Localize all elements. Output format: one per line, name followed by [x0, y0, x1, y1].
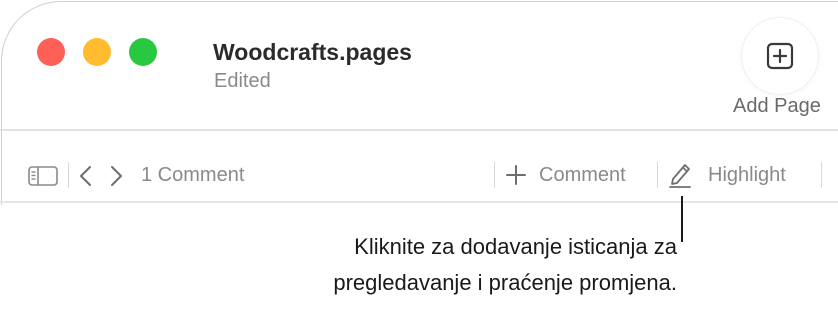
chevron-right-icon	[111, 166, 122, 186]
plus-icon	[506, 165, 526, 185]
sidebar-icon	[28, 166, 58, 186]
chevron-left-icon	[80, 166, 91, 186]
document-status: Edited	[214, 70, 271, 92]
sidebar-toggle-button[interactable]	[28, 166, 58, 191]
close-window-button[interactable]	[37, 38, 65, 66]
add-comment-label: Comment	[539, 163, 626, 186]
highlight-label: Highlight	[708, 163, 786, 186]
toolbar-divider	[0, 129, 838, 131]
callout-leader-line	[681, 196, 683, 242]
next-comment-button[interactable]	[108, 165, 124, 192]
callout-text: Kliknite za dodavanje isticanja za pregl…	[77, 229, 677, 301]
previous-comment-button[interactable]	[78, 165, 94, 192]
callout-line-1: Kliknite za dodavanje isticanja za	[354, 234, 677, 259]
toolbar-separator	[657, 162, 658, 188]
document-title[interactable]: Woodcrafts.pages	[213, 39, 412, 66]
toolbar-separator	[494, 162, 495, 188]
plus-square-icon	[766, 42, 794, 70]
zoom-window-button[interactable]	[129, 38, 157, 66]
toolbar-separator	[821, 162, 822, 188]
minimize-window-button[interactable]	[83, 38, 111, 66]
comments-bar-bottom-border	[0, 201, 838, 203]
add-comment-button[interactable]: Comment	[505, 160, 626, 190]
app-window: Woodcrafts.pages Edited Add Page 1 Comme…	[0, 0, 838, 205]
callout-line-2: pregledavanje i praćenje promjena.	[333, 270, 677, 295]
highlight-button[interactable]: Highlight	[668, 160, 786, 190]
toolbar-separator	[68, 162, 69, 188]
screenshot-stage: Woodcrafts.pages Edited Add Page 1 Comme…	[0, 0, 838, 333]
add-page-button[interactable]	[742, 18, 818, 94]
add-page-label: Add Page	[733, 95, 821, 117]
pencil-icon	[669, 164, 691, 188]
comment-count-label: 1 Comment	[141, 164, 245, 186]
